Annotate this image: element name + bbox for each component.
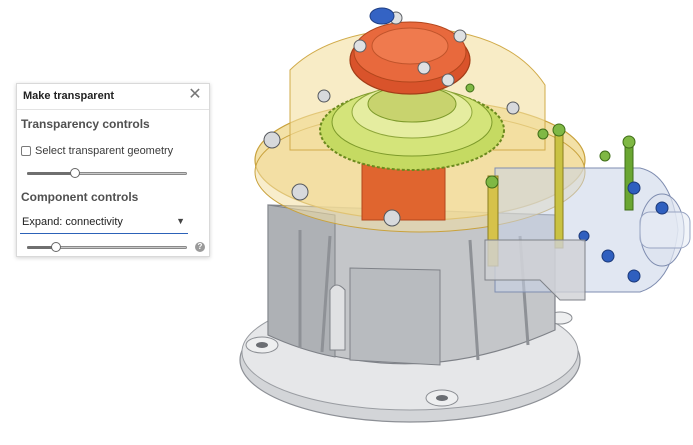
make-transparent-panel: Make transparent ✕ Transparency controls…	[16, 83, 210, 257]
chevron-down-icon: ▼	[176, 216, 185, 226]
select-transparent-geometry-label: Select transparent geometry	[35, 145, 174, 157]
component-slider-thumb[interactable]	[51, 242, 61, 252]
component-expand-dropdown[interactable]: Expand: connectivity ▼	[20, 212, 188, 234]
close-icon[interactable]: ✕	[187, 87, 203, 103]
dropdown-selected-value: Expand: connectivity	[22, 216, 123, 228]
select-transparent-geometry-checkbox[interactable]	[21, 146, 31, 156]
transparency-slider[interactable]	[27, 168, 187, 178]
panel-title: Make transparent	[23, 90, 115, 102]
transparency-slider-fill	[27, 172, 75, 175]
panel-header: Make transparent ✕	[17, 84, 209, 110]
transparency-slider-thumb[interactable]	[70, 168, 80, 178]
select-transparent-geometry-row[interactable]: Select transparent geometry	[21, 145, 173, 157]
component-controls-heading: Component controls	[21, 190, 139, 204]
help-icon[interactable]: ?	[195, 242, 205, 252]
transparency-controls-heading: Transparency controls	[21, 117, 150, 131]
component-slider[interactable]	[27, 242, 187, 252]
